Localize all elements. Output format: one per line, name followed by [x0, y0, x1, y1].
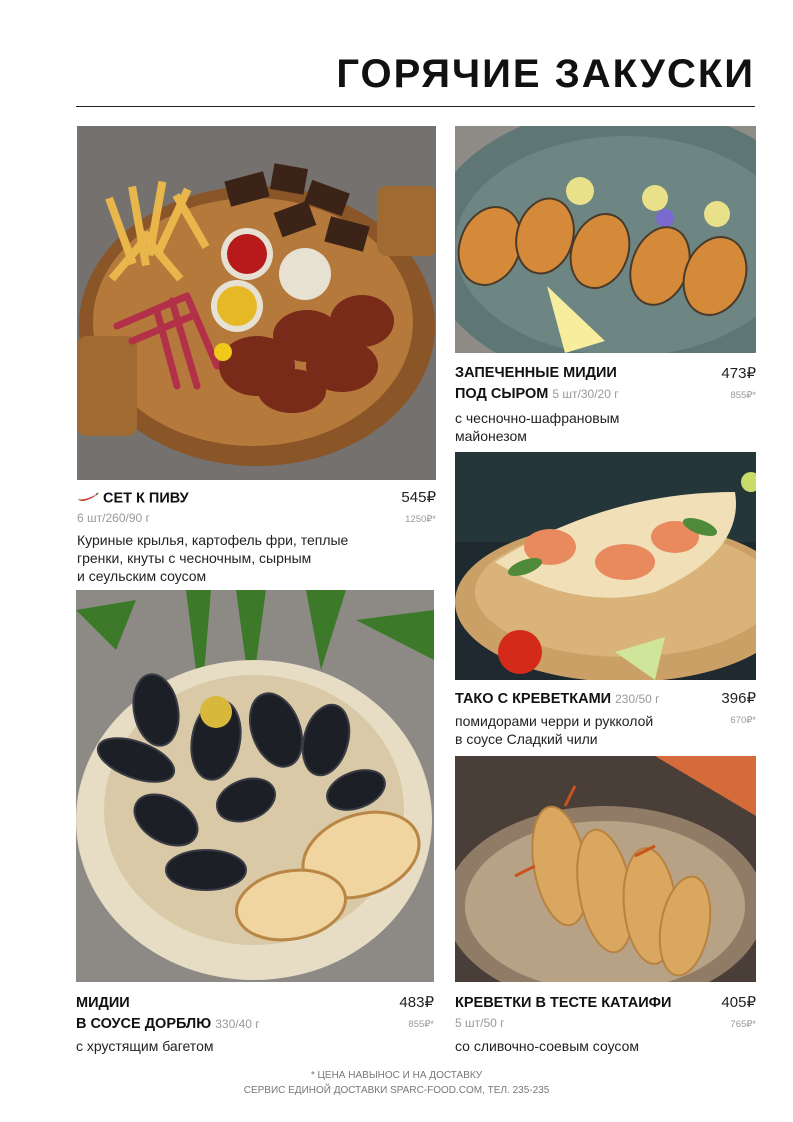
page-title: ГОРЯЧИЕ ЗАКУСКИ: [336, 52, 755, 96]
item-name: МИДИИ В СОУСЕ ДОРБЛЮ 330/40 г: [76, 995, 260, 1032]
item-delivery-price: 670₽*: [730, 715, 756, 726]
item-name: ЗАПЕЧЕННЫЕ МИДИИ ПОД СЫРОМ 5 шт/30/20 г: [455, 365, 619, 402]
item-name: СЕТ К ПИВУ: [77, 488, 189, 509]
item-description: с чесночно-шафрановым майонезом: [455, 410, 620, 444]
item-price: 473₽: [721, 365, 756, 382]
item-name: КРЕВЕТКИ В ТЕСТЕ КАТАИФИ: [455, 995, 672, 1011]
shrimp-tacos-photo: [455, 452, 756, 680]
item-name: ТАКО С КРЕВЕТКАМИ 230/50 г: [455, 691, 660, 707]
item-description: с хрустящим багетом: [76, 1038, 214, 1054]
item-weight: 5 шт/30/20 г: [552, 387, 619, 401]
item-delivery-price: 765₽*: [730, 1019, 756, 1030]
baked-mussels-photo: [455, 126, 756, 353]
item-price: 396₽: [721, 690, 756, 707]
item-weight: 6 шт/260/90 г: [77, 511, 150, 525]
chili-pepper-icon: [77, 488, 99, 509]
kataifi-shrimp-photo: [455, 756, 756, 982]
item-weight: 330/40 г: [215, 1017, 260, 1031]
item-delivery-price: 855₽*: [408, 1019, 434, 1030]
footer-note: * ЦЕНА НАВЫНОС И НА ДОСТАВКУ СЕРВИС ЕДИН…: [243, 1070, 550, 1096]
item-delivery-price: 855₽*: [730, 390, 756, 401]
item-price: 483₽: [399, 994, 434, 1011]
item-price: 545₽: [401, 489, 436, 506]
item-delivery-price: 1250₽*: [405, 514, 436, 525]
item-weight: 5 шт/50 г: [455, 1016, 505, 1030]
item-description: помидорами черри и рукколой в соусе Слад…: [455, 713, 654, 747]
beer-set-photo: [77, 126, 436, 480]
item-weight: 230/50 г: [615, 692, 660, 706]
item-price: 405₽: [721, 994, 756, 1011]
title-divider: [76, 106, 755, 107]
item-description: Куриные крылья, картофель фри, теплые гр…: [77, 532, 349, 584]
mussels-dorblu-photo: [76, 590, 434, 982]
item-description: со сливочно-соевым соусом: [455, 1038, 639, 1054]
